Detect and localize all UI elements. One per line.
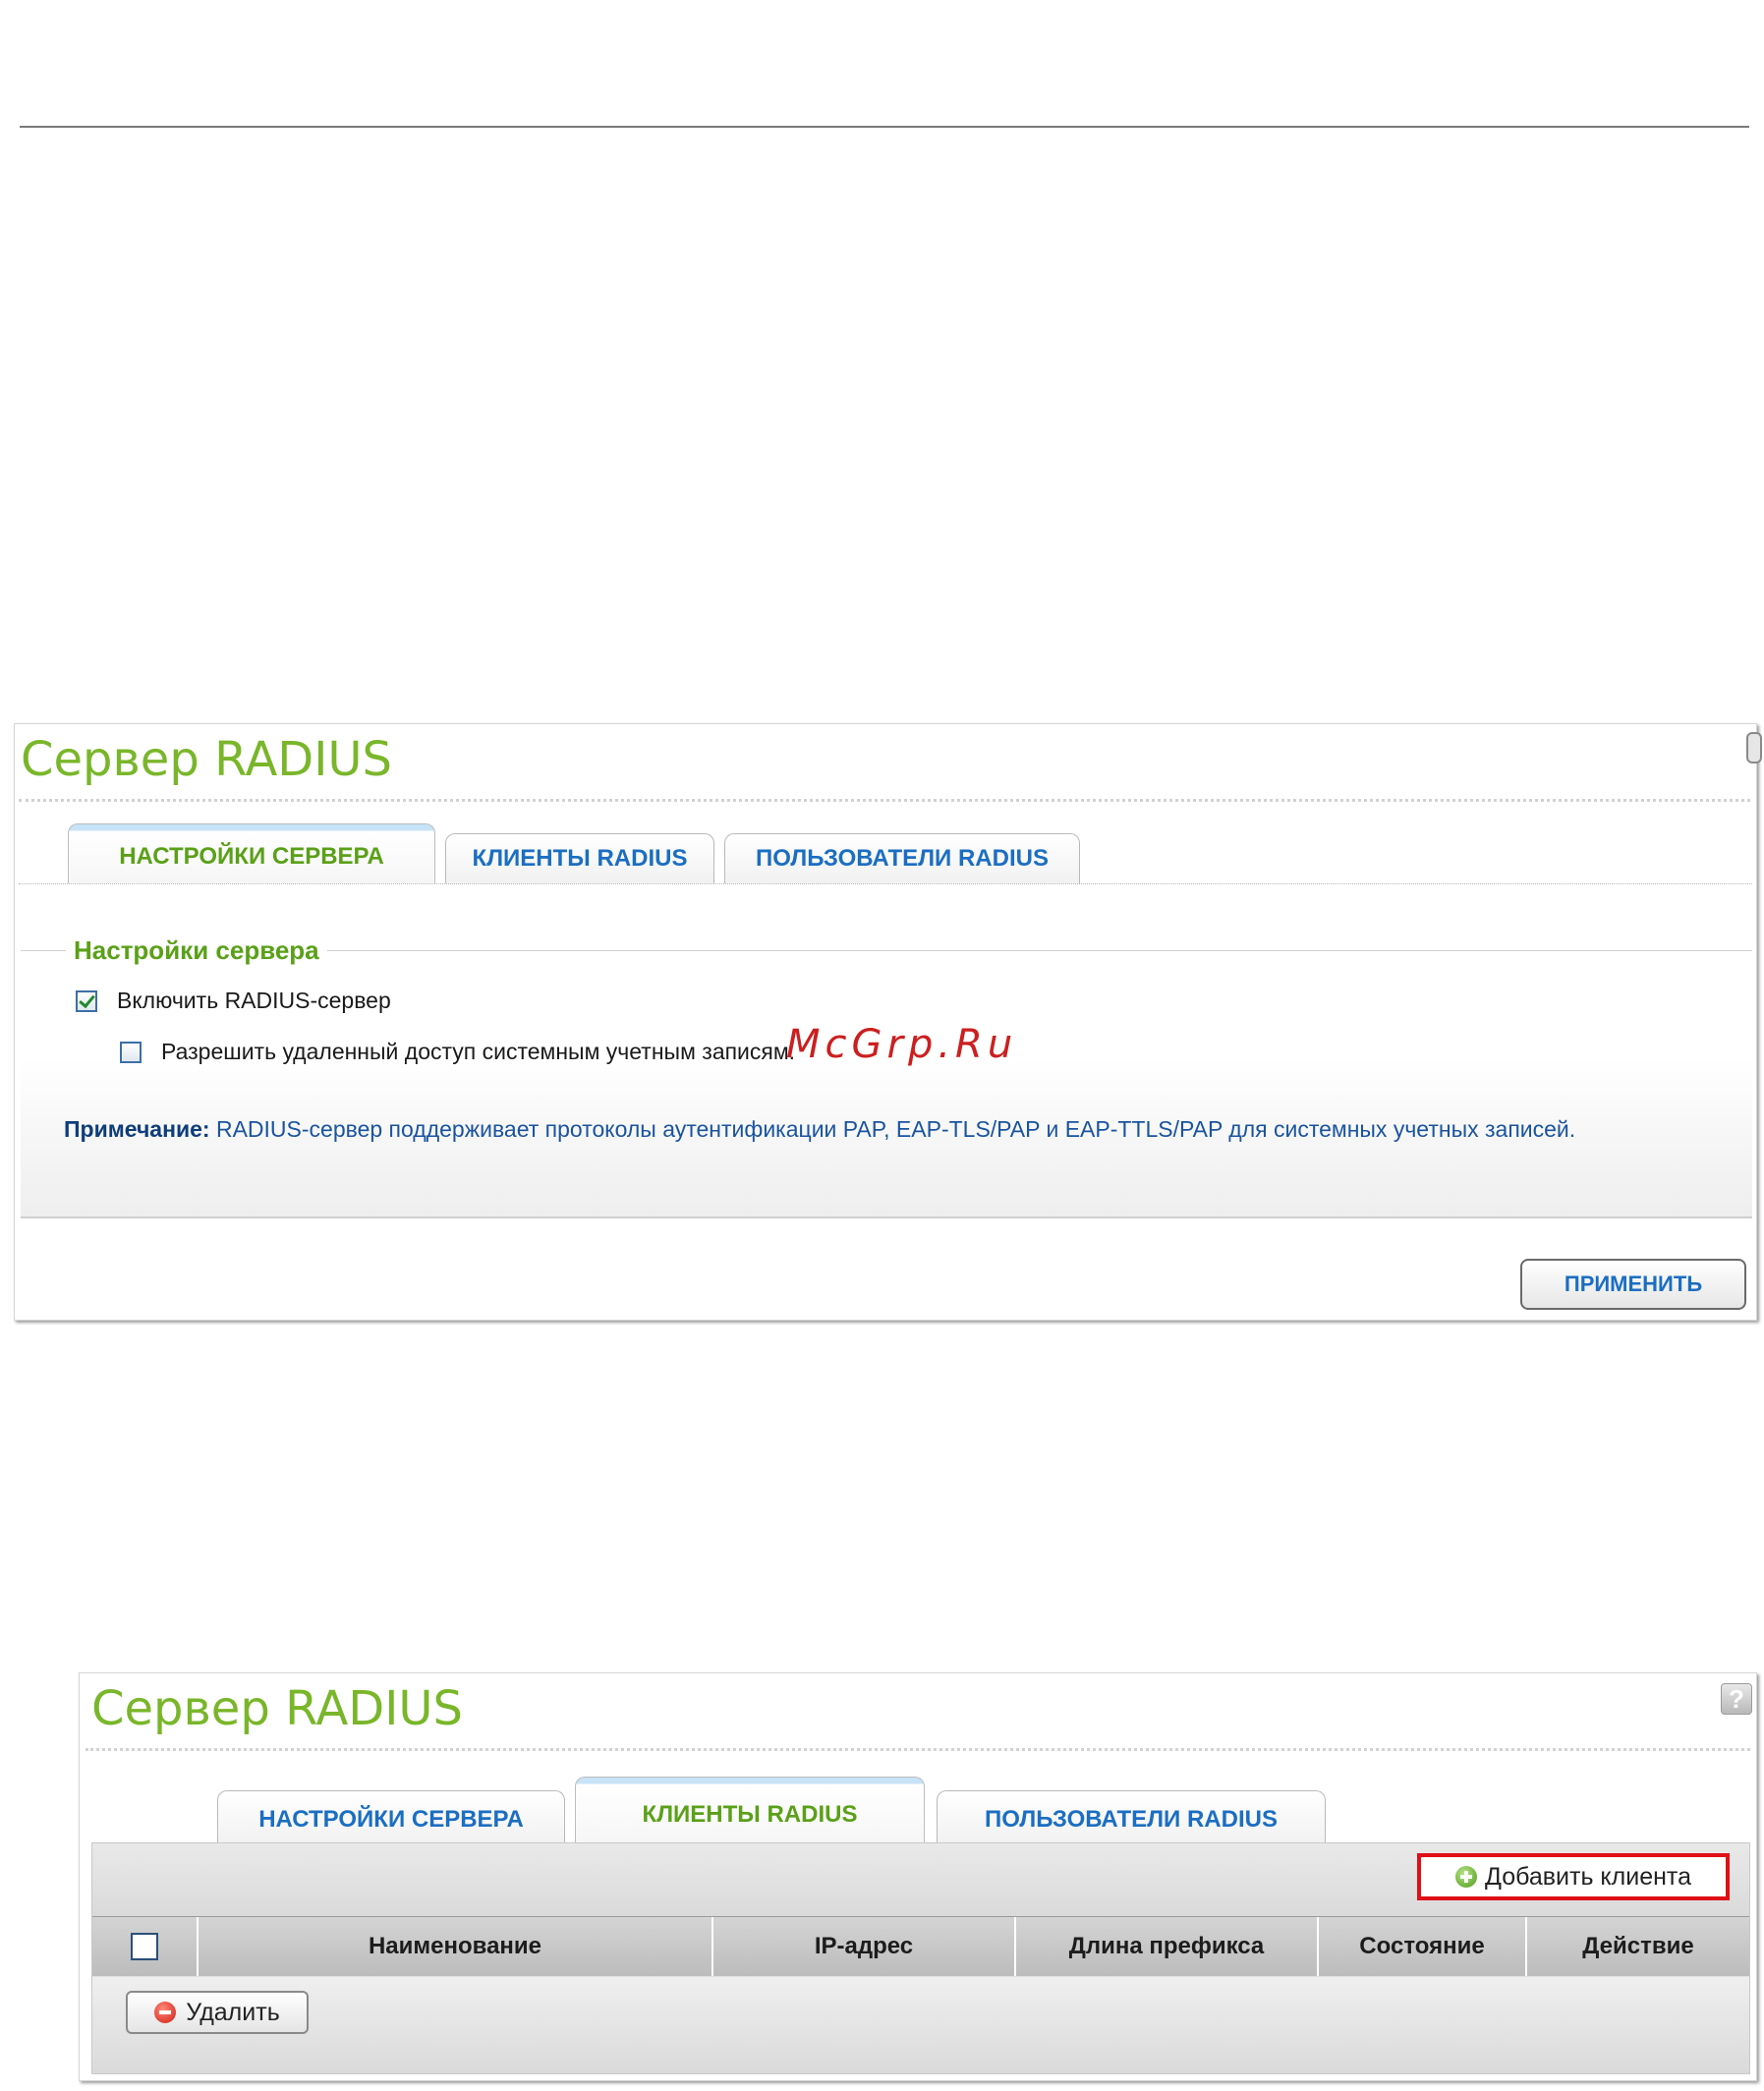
column-header-status[interactable]: Состояние [1319, 1917, 1527, 1976]
remote-access-row: Разрешить удаленный доступ системным уче… [120, 1039, 795, 1065]
tab-bar: НАСТРОЙКИ СЕРВЕРА КЛИЕНТЫ RADIUS ПОЛЬЗОВ… [19, 822, 1752, 884]
remote-access-checkbox[interactable] [120, 1041, 142, 1063]
delete-label: Удалить [186, 1998, 280, 2026]
grid-footer: Удалить [92, 1977, 1749, 2073]
tab-bar: НАСТРОЙКИ СЕРВЕРА КЛИЕНТЫ RADIUS ПОЛЬЗОВ… [91, 1777, 1752, 1844]
delete-button[interactable]: Удалить [126, 1991, 309, 2034]
tab-server-settings[interactable]: НАСТРОЙКИ СЕРВЕРА [68, 823, 435, 883]
title-divider [85, 1748, 1750, 1751]
plus-circle-icon [1455, 1866, 1477, 1888]
tab-radius-clients[interactable]: КЛИЕНТЫ RADIUS [575, 1777, 925, 1844]
column-header-prefix[interactable]: Длина префикса [1016, 1917, 1319, 1976]
panel-title: Сервер RADIUS [91, 1681, 464, 1736]
add-client-button[interactable]: Добавить клиента [1417, 1853, 1730, 1900]
note-prefix: Примечание: [64, 1116, 210, 1142]
column-header-name[interactable]: Наименование [199, 1917, 713, 1976]
tab-server-settings[interactable]: НАСТРОЙКИ СЕРВЕРА [217, 1790, 565, 1844]
section-title: Настройки сервера [66, 935, 327, 966]
column-header-action[interactable]: Действие [1527, 1917, 1749, 1976]
enable-radius-label: Включить RADIUS-сервер [117, 988, 391, 1013]
radius-server-panel-clients: Сервер RADIUS ? НАСТРОЙКИ СЕРВЕРА КЛИЕНТ… [79, 1672, 1757, 2081]
apply-button[interactable]: ПРИМЕНИТЬ [1520, 1259, 1746, 1310]
select-all-cell [92, 1917, 199, 1976]
note-body: RADIUS-сервер поддерживает протоколы аут… [209, 1116, 1576, 1142]
tab-radius-users[interactable]: ПОЛЬЗОВАТЕЛИ RADIUS [937, 1790, 1326, 1844]
top-divider [20, 126, 1749, 128]
clients-grid: Добавить клиента Наименование IP-адрес Д… [91, 1842, 1750, 2074]
scrollbar-thumb[interactable] [1746, 732, 1762, 763]
tab-radius-users[interactable]: ПОЛЬЗОВАТЕЛИ RADIUS [724, 833, 1080, 883]
title-divider [19, 799, 1750, 802]
enable-radius-row: Включить RADIUS-сервер [76, 988, 391, 1014]
table-header: Наименование IP-адрес Длина префикса Сос… [92, 1916, 1749, 1976]
minus-circle-icon [154, 2002, 177, 2023]
watermark: McGrp.Ru [786, 1022, 1018, 1067]
select-all-checkbox[interactable] [131, 1933, 158, 1960]
remote-access-label: Разрешить удаленный доступ системным уче… [161, 1039, 796, 1064]
column-header-ip[interactable]: IP-адрес [713, 1917, 1016, 1976]
tab-radius-clients[interactable]: КЛИЕНТЫ RADIUS [445, 833, 714, 883]
note-text: Примечание: RADIUS-сервер поддерживает п… [64, 1109, 1676, 1149]
add-client-label: Добавить клиента [1485, 1862, 1691, 1891]
help-icon[interactable]: ? [1721, 1683, 1752, 1715]
enable-radius-checkbox[interactable] [76, 989, 97, 1012]
panel-title: Сервер RADIUS [21, 732, 393, 787]
grid-toolbar: Добавить клиента [92, 1843, 1749, 1916]
